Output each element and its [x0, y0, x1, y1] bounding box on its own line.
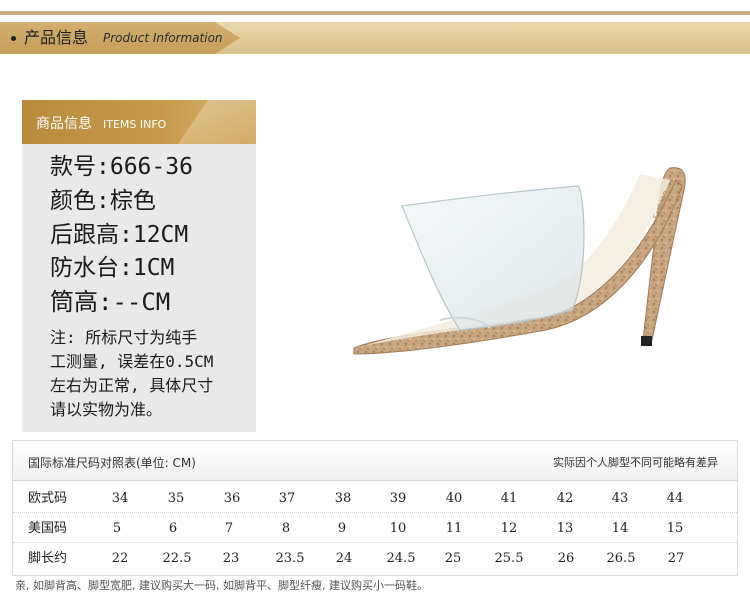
table-cell: 7: [224, 521, 234, 536]
items-info-title: 商品信息: [36, 116, 92, 132]
table-row: 美国码 5 6 7 8 9 10 11 12 13 14 15: [13, 514, 737, 544]
table-cell: 11: [445, 521, 463, 536]
product-image-clear-mule-sandal: Fashion: [353, 167, 686, 355]
table-cell: 14: [611, 521, 629, 536]
spec-platform-height: 防水台:1CM: [50, 255, 175, 281]
table-cell: 26: [557, 551, 575, 566]
row-label: 脚长约: [28, 551, 68, 566]
note-line: 请以实物为准。: [50, 400, 163, 419]
table-cell: 41: [500, 491, 518, 506]
table-row: 脚长约 22 22.5 23 23.5 24 24.5 25 25.5 26 2…: [13, 544, 737, 574]
items-info-header: 商品信息 ITEMS INFO: [22, 100, 256, 144]
spec-heel-height: 后跟高:12CM: [50, 222, 189, 248]
table-cell: 43: [611, 491, 629, 506]
spec-shaft-height: 筒高:--CM: [50, 288, 171, 316]
size-table-title: 国际标准尺码对照表(单位: CM): [28, 456, 196, 470]
table-cell: 27: [667, 551, 685, 566]
table-cell: 26.5: [606, 551, 636, 566]
table-cell: 12: [500, 521, 518, 536]
note-line: 工测量, 误差在0.5CM: [50, 352, 214, 371]
size-table-header: 国际标准尺码对照表(单位: CM) 实际因个人脚型不同可能略有差异: [13, 441, 737, 481]
table-cell: 40: [445, 491, 463, 506]
table-cell: 5: [112, 521, 122, 536]
items-info-subtitle: ITEMS INFO: [103, 118, 167, 131]
measurement-note: 注: 所标尺寸为纯手 工测量, 误差在0.5CM 左右为正常, 具体尺寸 请以实…: [50, 326, 250, 422]
spec-style-number: 款号:666-36: [50, 154, 193, 180]
banner-subtitle: Product Information: [103, 31, 223, 45]
table-cell: 23: [222, 551, 240, 566]
product-detail-page: 产品信息 Product Information 商品信息 ITEMS INFO…: [0, 0, 750, 604]
row-divider: [13, 512, 737, 513]
spec-color: 颜色:棕色: [50, 188, 156, 214]
banner-title: 产品信息: [24, 28, 89, 47]
table-cell: 35: [167, 491, 185, 506]
table-cell: 22.5: [162, 551, 192, 566]
row-divider: [13, 542, 737, 543]
row-label: 美国码: [28, 521, 68, 536]
table-cell: 34: [111, 491, 129, 506]
table-cell: 22: [111, 551, 129, 566]
bullet-icon: [11, 36, 16, 41]
table-cell: 13: [556, 521, 574, 536]
table-cell: 37: [278, 491, 296, 506]
table-cell: 15: [666, 521, 684, 536]
table-row: 欧式码 34 35 36 37 38 39 40 41 42 43 44: [13, 484, 737, 514]
heel-tip: [641, 336, 652, 346]
note-line: 注: 所标尺寸为纯手: [50, 328, 198, 347]
table-cell: 9: [337, 521, 347, 536]
size-table-note: 实际因个人脚型不同可能略有差异: [553, 456, 718, 469]
table-cell: 25: [444, 551, 462, 566]
note-line: 左右为正常, 具体尺寸: [50, 376, 214, 395]
size-conversion-table: 国际标准尺码对照表(单位: CM) 实际因个人脚型不同可能略有差异 欧式码 34…: [12, 440, 738, 576]
row-label: 欧式码: [28, 491, 68, 506]
table-cell: 24: [335, 551, 353, 566]
table-cell: 24.5: [386, 551, 416, 566]
table-cell: 6: [168, 521, 178, 536]
table-cell: 44: [666, 491, 684, 506]
top-divider-line: [0, 11, 750, 15]
table-cell: 10: [389, 521, 407, 536]
table-cell: 42: [556, 491, 574, 506]
items-info-panel: 商品信息 ITEMS INFO 款号:666-36 颜色:棕色 后跟高:12CM…: [22, 100, 256, 432]
table-cell: 25.5: [494, 551, 524, 566]
section-banner: 产品信息 Product Information: [0, 22, 750, 54]
table-cell: 23.5: [275, 551, 305, 566]
table-cell: 38: [334, 491, 352, 506]
size-advice-footnote: 亲, 如脚背高、脚型宽肥, 建议购买大一码, 如脚背平、脚型纤瘦, 建议购买小一…: [15, 579, 428, 592]
table-cell: 36: [223, 491, 241, 506]
table-cell: 39: [389, 491, 407, 506]
table-cell: 8: [281, 521, 291, 536]
